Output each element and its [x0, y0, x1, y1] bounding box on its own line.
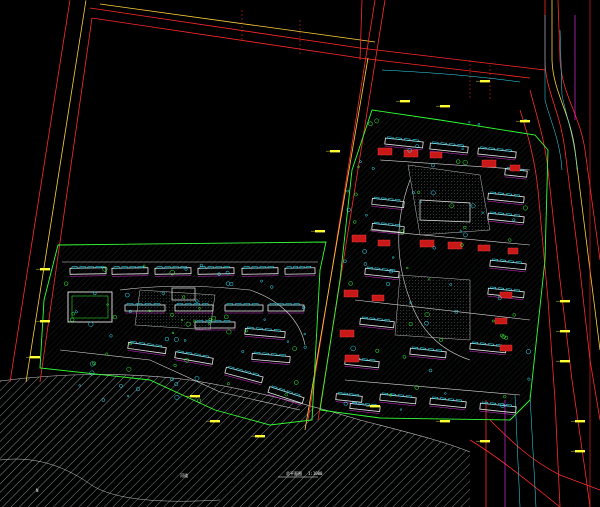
dimension-tag [330, 150, 340, 153]
dimension-tag [40, 268, 50, 271]
parking-block [509, 164, 521, 172]
parking-block [419, 239, 435, 248]
dimension-tag [480, 80, 490, 83]
parking-block [371, 294, 385, 302]
dimension-tag [520, 120, 530, 123]
dimension-tag [255, 435, 265, 438]
parking-block [494, 317, 508, 325]
dimension-tag [560, 360, 570, 363]
parking-block [343, 289, 359, 298]
dimension-tag [40, 320, 50, 323]
parking-block [339, 329, 355, 338]
parking-block [377, 239, 391, 247]
parking-block [429, 151, 443, 159]
dimension-tag [440, 105, 450, 108]
parking-block [499, 344, 513, 352]
parking-block [403, 149, 419, 158]
scale-title: 总平面图 [286, 470, 302, 476]
parking-block [499, 291, 513, 299]
dimension-tag [190, 395, 200, 398]
dimension-tag [560, 300, 570, 303]
dimension-tag [400, 100, 410, 103]
parking-block [377, 147, 393, 156]
dimension-tag [575, 420, 585, 423]
dimension-tag [315, 230, 325, 233]
parking-block [447, 241, 463, 250]
parking-block [477, 244, 491, 252]
dimension-tag [370, 405, 380, 408]
dimension-tag [210, 420, 220, 423]
parking-block [481, 159, 497, 168]
dimension-tag [30, 356, 40, 359]
scale-ratio: 1:1000 [308, 471, 323, 476]
parking-block [507, 247, 519, 255]
river-label: 河道 [180, 472, 188, 478]
dimension-tag [560, 330, 570, 333]
dimension-tag [440, 420, 450, 423]
dimension-tag [575, 450, 585, 453]
cad-site-plan-canvas[interactable]: 总平面图 1:1000 河道 N [0, 0, 600, 507]
dimension-tag [480, 440, 490, 443]
parking-block [344, 354, 360, 363]
parking-block [351, 234, 367, 243]
